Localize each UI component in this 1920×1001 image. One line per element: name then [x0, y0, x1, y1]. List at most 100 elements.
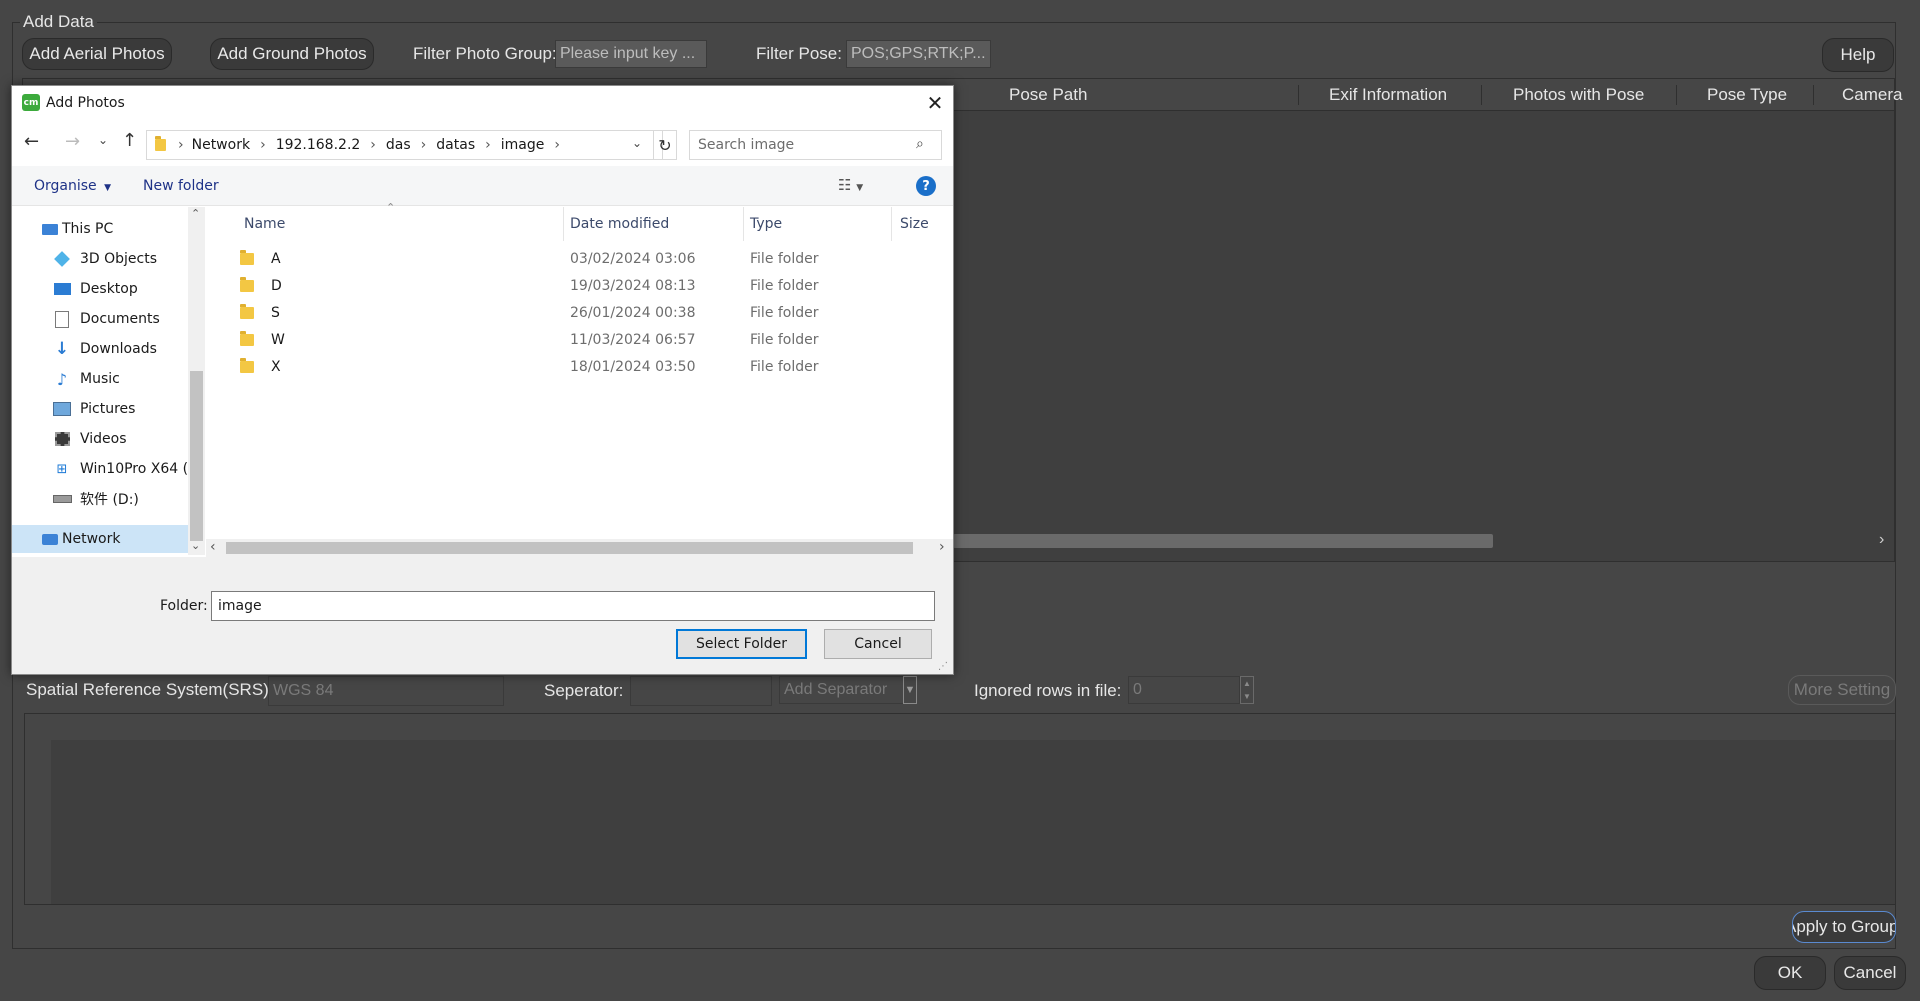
tree-item-d-drive[interactable]: 软件 (D:) — [12, 485, 188, 513]
file-type: File folder — [750, 304, 819, 321]
scroll-left-icon[interactable]: ‹ — [210, 539, 216, 555]
spin-up-icon[interactable]: ▲ — [1243, 679, 1251, 688]
filter-photo-group-input[interactable]: Please input key ... — [555, 40, 707, 68]
col-separator — [1298, 85, 1299, 105]
add-separator-combo[interactable]: Add Separator — [779, 676, 904, 704]
breadcrumb-das[interactable]: das — [386, 137, 411, 153]
ignored-rows-spinner[interactable]: ▲ ▼ — [1240, 676, 1254, 704]
organise-menu[interactable]: Organise ▼ — [34, 178, 111, 194]
help-icon[interactable]: ? — [916, 176, 936, 196]
breadcrumb-datas[interactable]: datas — [436, 137, 475, 153]
breadcrumb-sep-icon: › — [554, 137, 560, 153]
scroll-up-icon[interactable]: ⌃ — [191, 207, 200, 220]
scroll-right-icon[interactable]: › — [1879, 531, 1884, 549]
col-pose-type[interactable]: Pose Type — [1707, 79, 1787, 111]
help-button[interactable]: Help — [1822, 38, 1894, 72]
col-camera[interactable]: Camera — [1842, 79, 1902, 111]
dialog-cancel-button[interactable]: Cancel — [824, 629, 932, 659]
filter-pose-label: Filter Pose: — [756, 44, 842, 63]
tree-item-network[interactable]: Network — [12, 525, 188, 553]
tree-item-this-pc[interactable]: This PC — [12, 215, 188, 243]
col-exif-information[interactable]: Exif Information — [1329, 79, 1447, 111]
tree-label: This PC — [62, 221, 114, 237]
select-folder-button[interactable]: Select Folder — [676, 629, 807, 659]
scroll-down-icon[interactable]: ⌄ — [191, 539, 200, 552]
forward-arrow-icon[interactable]: → — [65, 131, 80, 152]
refresh-icon[interactable]: ↻ — [653, 130, 677, 160]
file-type: File folder — [750, 250, 819, 267]
address-dropdown-icon[interactable]: ⌄ — [632, 136, 642, 150]
file-name: S — [271, 304, 280, 321]
file-name: D — [271, 277, 282, 294]
ignored-rows-label: Ignored rows in file: — [974, 681, 1122, 700]
folder-input[interactable]: image — [211, 591, 935, 621]
breadcrumb-host[interactable]: 192.168.2.2 — [276, 137, 361, 153]
col-header-size[interactable]: Size — [900, 207, 929, 241]
file-row[interactable]: A 03/02/2024 03:06 File folder — [206, 245, 946, 272]
ok-button[interactable]: OK — [1754, 956, 1826, 990]
col-header-name[interactable]: Name — [244, 207, 285, 241]
cancel-button[interactable]: Cancel — [1834, 956, 1906, 990]
close-icon[interactable]: ✕ — [920, 88, 950, 118]
file-list-scroll-thumb[interactable] — [226, 542, 913, 554]
search-input[interactable]: Search image — [689, 130, 942, 160]
horizontal-scrollbar[interactable] — [953, 534, 1493, 548]
dialog-title: Add Photos — [46, 95, 125, 111]
col-separator — [1676, 85, 1677, 105]
tree-item-3d-objects[interactable]: 3D Objects — [12, 245, 188, 273]
col-pose-path[interactable]: Pose Path — [1009, 79, 1087, 111]
up-arrow-icon[interactable]: ↑ — [122, 130, 137, 151]
file-date: 26/01/2024 00:38 — [570, 304, 696, 321]
back-arrow-icon[interactable]: ← — [24, 131, 39, 152]
address-bar[interactable]: › Network › 192.168.2.2 › das › datas › … — [146, 130, 663, 160]
file-list-hscrollbar[interactable]: ‹ › — [206, 539, 953, 557]
nav-scroll-thumb[interactable] — [190, 371, 203, 541]
tree-item-videos[interactable]: Videos — [12, 425, 188, 453]
file-list: ⌃ Name Date modified Type Size A 03/02/2… — [206, 201, 953, 557]
tree-label: Videos — [80, 431, 127, 447]
folder-icon — [240, 357, 254, 373]
tree-item-documents[interactable]: Documents — [12, 305, 188, 333]
tree-label: 3D Objects — [80, 251, 158, 267]
chevron-down-icon: ▼ — [104, 183, 112, 193]
tree-item-desktop[interactable]: Desktop — [12, 275, 188, 303]
file-row[interactable]: S 26/01/2024 00:38 File folder — [206, 299, 946, 326]
filter-photo-group-label: Filter Photo Group: — [413, 44, 557, 63]
nav-scrollbar[interactable]: ⌃ ⌄ — [188, 207, 205, 555]
search-icon[interactable]: ⌕ — [916, 136, 924, 152]
file-row[interactable]: D 19/03/2024 08:13 File folder — [206, 272, 946, 299]
col-header-date[interactable]: Date modified — [570, 207, 669, 241]
scroll-right-icon[interactable]: › — [939, 539, 945, 555]
col-separator — [743, 207, 744, 241]
sort-up-icon: ⌃ — [386, 201, 396, 214]
file-row[interactable]: X 18/01/2024 03:50 File folder — [206, 353, 946, 380]
folder-label: Folder: — [160, 598, 208, 614]
col-photos-with-pose[interactable]: Photos with Pose — [1513, 79, 1644, 111]
tree-item-music[interactable]: ♪ Music — [12, 365, 188, 393]
add-aerial-photos-button[interactable]: Add Aerial Photos — [22, 38, 172, 70]
pose-preview-table — [24, 713, 1896, 905]
tree-item-c-drive[interactable]: ⊞ Win10Pro X64 (C — [12, 455, 188, 483]
srs-input[interactable]: WGS 84 — [268, 676, 504, 706]
view-options-icon[interactable]: ☷ ▼ — [838, 176, 863, 194]
separator-input[interactable] — [630, 676, 772, 706]
recent-chevron-icon[interactable]: ⌄ — [98, 133, 108, 147]
tree-item-pictures[interactable]: Pictures — [12, 395, 188, 423]
resize-grip-icon[interactable]: ⋰ — [938, 661, 948, 672]
breadcrumb-image[interactable]: image — [501, 137, 545, 153]
tree-item-downloads[interactable]: ↓ Downloads — [12, 335, 188, 363]
desktop-icon — [52, 280, 72, 298]
filter-pose-input[interactable]: POS;GPS;RTK;P... — [846, 40, 991, 68]
add-ground-photos-button[interactable]: Add Ground Photos — [210, 38, 374, 70]
more-setting-button[interactable]: More Setting — [1788, 675, 1896, 705]
col-header-type[interactable]: Type — [750, 207, 782, 241]
spin-down-icon[interactable]: ▼ — [1243, 692, 1251, 701]
chevron-down-icon[interactable]: ▼ — [903, 676, 917, 704]
apply-to-group-button[interactable]: Apply to Group — [1792, 911, 1896, 943]
new-folder-button[interactable]: New folder — [143, 178, 219, 194]
search-placeholder: Search image — [698, 137, 795, 153]
computer-icon — [40, 220, 60, 238]
file-row[interactable]: W 11/03/2024 06:57 File folder — [206, 326, 946, 353]
breadcrumb-network[interactable]: Network — [192, 137, 250, 153]
ignored-rows-input[interactable]: 0 — [1128, 676, 1240, 704]
